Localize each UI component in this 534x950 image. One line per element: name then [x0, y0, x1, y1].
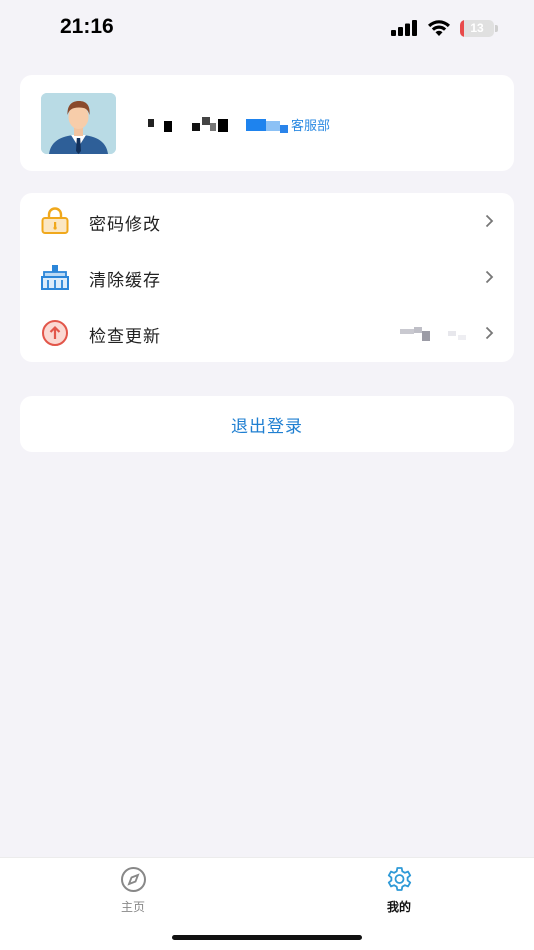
upload-icon: [42, 320, 68, 346]
compass-icon: [121, 867, 146, 892]
wifi-icon: [428, 20, 450, 36]
menu-item-check-update[interactable]: 检查更新: [20, 305, 514, 361]
chevron-right-icon: [485, 326, 494, 340]
gear-icon: [387, 867, 412, 891]
department-label: 客服部: [291, 119, 331, 134]
battery-cap: [495, 25, 498, 32]
avatar[interactable]: [41, 93, 116, 154]
tab-home-label: 主页: [120, 900, 145, 914]
avatar-person-icon: [41, 93, 116, 154]
settings-menu: 密码修改 清除缓存 检查更新: [20, 193, 514, 362]
status-bar: 21:16 13: [0, 0, 534, 58]
tab-mine[interactable]: 我的: [359, 866, 439, 916]
screen: 21:16 13 客服部 密码修改 清除缓存 检查更新 退出登录 主页 我的: [0, 0, 534, 950]
home-indicator: [172, 935, 362, 940]
profile-card[interactable]: 客服部: [20, 75, 514, 171]
lock-icon: [41, 207, 69, 234]
status-time: 21:16: [60, 15, 114, 38]
version-value-redacted: [400, 327, 470, 341]
logout-button[interactable]: 退出登录: [20, 396, 514, 452]
chevron-right-icon: [485, 270, 494, 284]
tab-home[interactable]: 主页: [93, 866, 173, 916]
battery-icon: 13: [460, 20, 494, 37]
logout-card: 退出登录: [20, 396, 514, 452]
battery-level: 13: [470, 21, 484, 35]
tab-mine-label: 我的: [386, 900, 411, 914]
cellular-signal-icon: [391, 20, 417, 36]
menu-item-label: 清除缓存: [89, 271, 161, 291]
profile-name-redacted: [144, 117, 294, 135]
chevron-right-icon: [485, 214, 494, 228]
menu-item-clear-cache[interactable]: 清除缓存: [20, 249, 514, 305]
broom-icon: [41, 265, 69, 290]
menu-item-label: 检查更新: [89, 327, 161, 347]
menu-item-label: 密码修改: [89, 215, 161, 235]
menu-item-change-password[interactable]: 密码修改: [20, 193, 514, 249]
